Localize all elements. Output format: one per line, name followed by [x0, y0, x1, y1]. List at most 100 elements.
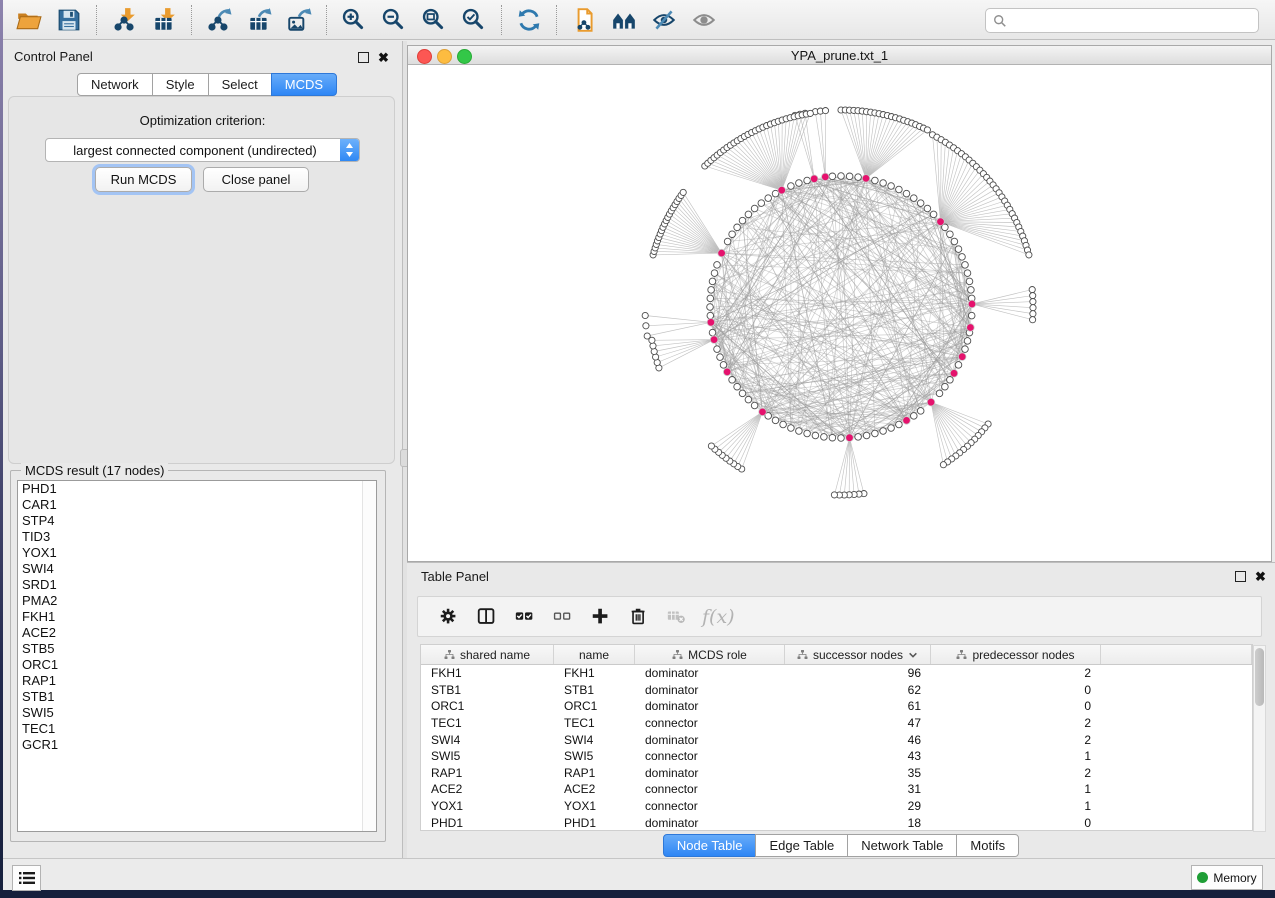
mcds-hub-node[interactable] [927, 398, 935, 406]
table-row[interactable]: ACE2ACE2connector311 [421, 781, 1252, 798]
deselect-all-rows-button[interactable] [544, 602, 582, 632]
tab-network[interactable]: Network [77, 73, 153, 96]
table-row[interactable]: RAP1RAP1dominator352 [421, 765, 1252, 782]
network-canvas[interactable] [408, 65, 1271, 561]
export-network-button[interactable] [199, 4, 239, 36]
table-row[interactable]: SWI4SWI4dominator462 [421, 731, 1252, 748]
table-row[interactable]: FKH1FKH1dominator962 [421, 665, 1252, 682]
mcds-hub-node[interactable] [862, 175, 870, 183]
tab-mcds[interactable]: MCDS [271, 73, 337, 96]
task-history-button[interactable] [12, 865, 41, 891]
mcds-result-item[interactable]: SWI4 [18, 561, 376, 577]
column-header-successor-nodes[interactable]: successor nodes [785, 645, 931, 664]
mcds-result-item[interactable]: PHD1 [18, 481, 376, 497]
mcds-list-scrollbar[interactable] [362, 481, 376, 831]
column-header-predecessor-nodes[interactable]: predecessor nodes [931, 645, 1101, 664]
network-graph[interactable] [408, 65, 1271, 561]
mcds-hub-node[interactable] [710, 336, 718, 344]
mcds-result-list[interactable]: PHD1CAR1STP4TID3YOX1SWI4SRD1PMA2FKH1ACE2… [17, 480, 377, 832]
first-neighbors-button[interactable] [604, 4, 644, 36]
mcds-result-item[interactable]: CAR1 [18, 497, 376, 513]
mcds-hub-node[interactable] [967, 324, 975, 332]
save-session-button[interactable] [49, 4, 89, 36]
zoom-fit-button[interactable] [414, 4, 454, 36]
tab-motifs[interactable]: Motifs [956, 834, 1019, 857]
mcds-result-item[interactable]: ACE2 [18, 625, 376, 641]
mcds-result-legend: MCDS result (17 nodes) [21, 463, 168, 478]
hide-selected-button[interactable] [644, 4, 684, 36]
mcds-result-item[interactable]: SRD1 [18, 577, 376, 593]
mcds-hub-node[interactable] [723, 368, 731, 376]
mcds-result-item[interactable]: GCR1 [18, 737, 376, 753]
tab-edge-table[interactable]: Edge Table [755, 834, 848, 857]
network-window-titlebar[interactable]: YPA_prune.txt_1 [408, 46, 1271, 65]
float-panel-icon[interactable] [358, 52, 369, 63]
share-document-button[interactable] [564, 4, 604, 36]
search-input[interactable] [1011, 10, 1258, 31]
refresh-layout-button[interactable] [509, 4, 549, 36]
mcds-hub-node[interactable] [846, 434, 854, 442]
mcds-hub-node[interactable] [937, 218, 945, 226]
mcds-hub-node[interactable] [968, 300, 976, 308]
close-panel-button[interactable]: Close panel [203, 167, 309, 192]
mcds-result-item[interactable]: RAP1 [18, 673, 376, 689]
mcds-result-item[interactable]: TID3 [18, 529, 376, 545]
mcds-result-item[interactable]: FKH1 [18, 609, 376, 625]
column-header-shared-name[interactable]: shared name [421, 645, 554, 664]
mcds-hub-node[interactable] [903, 417, 911, 425]
tab-style[interactable]: Style [152, 73, 209, 96]
zoom-in-button[interactable] [334, 4, 374, 36]
show-all-button[interactable] [684, 4, 724, 36]
select-all-rows-button[interactable] [506, 602, 544, 632]
table-row[interactable]: ORC1ORC1dominator610 [421, 698, 1252, 715]
split-panel-button[interactable] [468, 602, 506, 632]
delete-column-button[interactable] [620, 602, 658, 632]
close-table-panel-icon[interactable]: ✖ [1255, 572, 1266, 581]
node-table: shared namenameMCDS rolesuccessor nodesp… [420, 644, 1253, 831]
mcds-result-item[interactable]: YOX1 [18, 545, 376, 561]
table-row[interactable]: STB1STB1dominator620 [421, 682, 1252, 699]
mcds-result-item[interactable]: ORC1 [18, 657, 376, 673]
close-panel-icon[interactable]: ✖ [378, 53, 389, 62]
table-row[interactable]: PHD1PHD1dominator180 [421, 814, 1252, 831]
table-settings-button[interactable] [430, 602, 468, 632]
tab-network-table[interactable]: Network Table [847, 834, 957, 857]
zoom-out-button[interactable] [374, 4, 414, 36]
optimization-criterion-select[interactable]: largest connected component (undirected) [45, 138, 360, 162]
mcds-result-item[interactable]: STB5 [18, 641, 376, 657]
column-header-MCDS-role[interactable]: MCDS role [635, 645, 785, 664]
mcds-hub-node[interactable] [718, 249, 726, 257]
column-header-name[interactable]: name [554, 645, 635, 664]
tab-node-table[interactable]: Node Table [663, 834, 757, 857]
table-row[interactable]: YOX1YOX1connector291 [421, 798, 1252, 815]
mcds-hub-node[interactable] [707, 319, 715, 327]
export-image-button[interactable] [279, 4, 319, 36]
mcds-result-item[interactable]: PMA2 [18, 593, 376, 609]
mcds-hub-node[interactable] [759, 408, 767, 416]
mcds-result-item[interactable]: STP4 [18, 513, 376, 529]
table-scrollbar[interactable] [1253, 645, 1266, 832]
table-scrollbar-thumb[interactable] [1255, 648, 1264, 706]
float-table-panel-icon[interactable] [1235, 571, 1246, 582]
tab-select[interactable]: Select [208, 73, 272, 96]
import-network-button[interactable] [104, 4, 144, 36]
mcds-hub-node[interactable] [822, 173, 830, 181]
mcds-hub-node[interactable] [958, 353, 966, 361]
mcds-result-item[interactable]: STB1 [18, 689, 376, 705]
mcds-hub-node[interactable] [950, 370, 958, 378]
table-row[interactable]: SWI5SWI5connector431 [421, 748, 1252, 765]
mcds-result-item[interactable]: TEC1 [18, 721, 376, 737]
delete-table-button[interactable] [658, 602, 696, 632]
table-row[interactable]: TEC1TEC1connector472 [421, 715, 1252, 732]
mcds-hub-node[interactable] [810, 175, 818, 183]
zoom-selected-button[interactable] [454, 4, 494, 36]
open-session-button[interactable] [9, 4, 49, 36]
run-mcds-button[interactable]: Run MCDS [95, 167, 192, 192]
export-table-button[interactable] [239, 4, 279, 36]
add-column-button[interactable] [582, 602, 620, 632]
mcds-result-item[interactable]: SWI5 [18, 705, 376, 721]
function-builder-button[interactable]: f(x) [702, 606, 735, 628]
mcds-hub-node[interactable] [778, 186, 786, 194]
import-table-button[interactable] [144, 4, 184, 36]
memory-button[interactable]: Memory [1191, 865, 1263, 890]
